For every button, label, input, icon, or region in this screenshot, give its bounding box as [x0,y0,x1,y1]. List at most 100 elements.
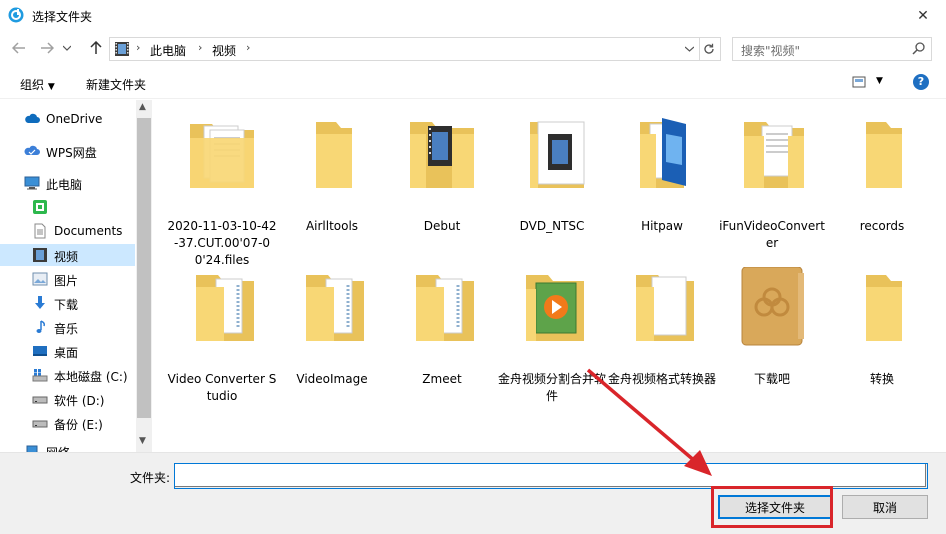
arrow-left-icon [12,42,25,54]
sidebar-item-label: 本地磁盘 (C:) [54,370,128,384]
folder-item[interactable]: VideoImage [277,267,387,427]
sidebar-item-this-pc[interactable]: 此电脑 [0,172,135,194]
cancel-button[interactable]: 取消 [842,495,928,519]
sidebar-item-music[interactable]: 音乐 [0,316,135,338]
folder-video-icon [410,122,474,188]
breadcrumb-this-pc[interactable]: 此电脑 [150,42,186,59]
sidebar-item-videos[interactable]: 视频 [0,244,135,266]
cloud-icon [25,113,40,123]
document-icon [34,223,46,239]
search-input[interactable]: 搜索"视频" [732,37,932,61]
sidebar-item-label: 备份 (E:) [54,418,103,432]
sidebar-item-documents[interactable]: Documents [0,220,135,242]
sidebar-item-label: 此电脑 [46,178,83,192]
computer-icon [24,176,40,190]
scroll-up-icon[interactable]: ▲ [139,102,146,112]
sidebar-item-wps[interactable]: WPS网盘 [0,140,135,162]
folder-item[interactable]: 2020-11-03-10-42-37.CUT.00'07-00'24.file… [167,114,277,274]
breadcrumb-separator-icon[interactable]: › [246,41,250,54]
folder-white-icon [636,275,694,341]
arrow-right-icon [41,42,54,54]
folder-item[interactable]: Video Converter Studio [167,267,277,427]
sidebar-item-drive-c[interactable]: 本地磁盘 (C:) [0,364,135,386]
music-icon [36,320,45,333]
refresh-button[interactable] [698,37,721,61]
select-folder-button[interactable]: 选择文件夹 [718,495,832,519]
folder-item[interactable]: records [827,114,937,274]
help-icon[interactable]: ? [913,74,929,90]
green-app-icon [33,200,47,214]
sidebar-scrollbar[interactable]: ▲ ▼ [136,100,152,452]
sidebar-item-drive-e[interactable]: 备份 (E:) [0,412,135,434]
breadcrumb-separator-icon[interactable]: › [136,41,140,54]
toolbar: 组织 ▼ 新建文件夹 ▼ ? [0,68,946,99]
scrollbar-thumb[interactable] [137,118,151,418]
folder-name: Debut [423,219,461,233]
forward-button[interactable] [36,38,58,58]
view-options-button[interactable]: ▼ [852,75,883,92]
sidebar-item-label: 网络 [46,444,70,452]
breadcrumb-videos[interactable]: 视频 [212,42,236,59]
breadcrumb-separator-icon[interactable]: › [198,41,202,54]
sidebar-item-downloads[interactable]: 下载 [0,292,135,314]
drive-icon [32,396,48,404]
close-button[interactable]: ✕ [900,0,946,32]
chevron-down-icon[interactable] [685,46,694,52]
new-folder-button[interactable]: 新建文件夹 [86,76,146,93]
refresh-icon [704,43,714,54]
organize-button[interactable]: 组织 ▼ [20,76,55,93]
app-icon [8,7,24,23]
view-icon [852,76,866,88]
folder-item[interactable]: 下载吧 [717,267,827,427]
dropdown-arrow-icon: ▼ [47,82,55,92]
folder-item[interactable]: Hitpaw [607,114,717,274]
recent-locations-button[interactable] [60,38,74,58]
folder-item[interactable]: iFunVideoConverter [717,114,827,274]
network-icon [26,445,38,452]
video-icon [115,42,129,56]
arrow-up-icon [90,41,102,54]
sidebar-item-label: 桌面 [54,346,79,360]
back-button[interactable] [8,38,30,58]
window-title: 选择文件夹 [32,10,93,24]
folder-name: Airlltools [305,219,359,233]
sidebar-item-pictures[interactable]: 图片 [0,268,135,290]
folder-item[interactable]: DVD_NTSC [497,114,607,274]
sidebar-item-label: 软件 (D:) [54,394,105,408]
search-icon [912,42,925,55]
folder-item[interactable]: 金舟视频分割合并软件 [497,267,607,427]
dropdown-arrow-icon: ▼ [876,76,883,86]
sidebar-item-desktop[interactable]: 桌面 [0,340,135,362]
download-icon [35,296,45,309]
sidebar-item-onedrive[interactable]: OneDrive [0,108,135,130]
folder-play-icon [526,275,584,341]
folder-name: iFunVideoConverter [719,219,825,250]
sidebar-item-label: 音乐 [54,322,79,336]
folder-item[interactable]: Debut [387,114,497,274]
folder-docs-icon [196,275,254,341]
folder-docs-icon [416,275,474,341]
up-button[interactable] [85,38,107,58]
folder-name: 金舟视频格式转换器 [607,372,716,386]
folder-name: Zmeet [422,372,462,386]
address-bar[interactable]: › 此电脑 › 视频 › [109,37,700,61]
scroll-down-icon[interactable]: ▼ [139,436,146,446]
folder-special-icon [741,267,804,346]
folder-item[interactable]: Zmeet [387,267,497,427]
folder-item[interactable]: Airlltools [277,114,387,274]
folder-windows-icon [640,118,686,188]
folder-docs-icon [744,122,804,188]
folder-name: DVD_NTSC [519,219,585,233]
sidebar-item-app[interactable] [0,196,135,218]
sidebar-item-network[interactable]: 网络 [0,440,135,452]
folder-path-input[interactable] [174,463,926,487]
folder-name: records [859,219,905,233]
sidebar-item-label: 下载 [54,298,79,312]
sidebar-item-drive-d[interactable]: 软件 (D:) [0,388,135,410]
folder-grid: 2020-11-03-10-42-37.CUT.00'07-00'24.file… [153,100,946,452]
folder-item[interactable]: 转换 [827,267,937,427]
folder-name: VideoImage [296,372,368,386]
folder-item[interactable]: 金舟视频格式转换器 [607,267,717,427]
navigation-pane: OneDrive WPS网盘 此电脑 Documents 视频 图片 下载 音乐… [0,100,152,452]
sidebar-item-label: Documents [54,224,123,238]
